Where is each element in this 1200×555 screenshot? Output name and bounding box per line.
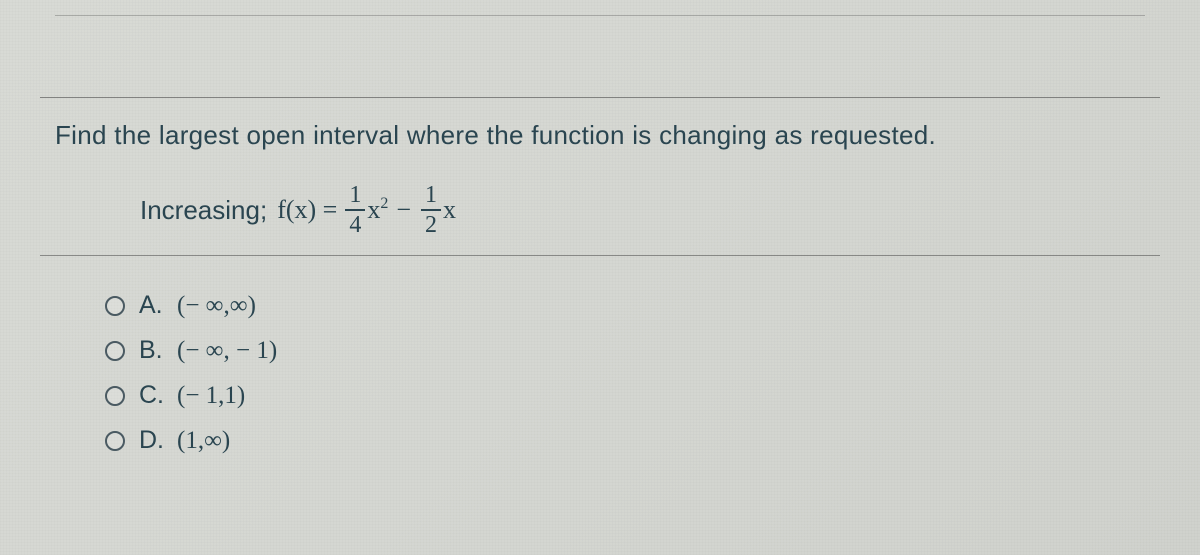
fraction-1-denominator: 4 xyxy=(345,211,365,237)
option-b-letter: B. xyxy=(139,336,167,365)
radio-icon xyxy=(105,296,125,316)
option-a-letter: A. xyxy=(139,291,167,320)
condition-label: Increasing; xyxy=(140,195,267,226)
divider-mid xyxy=(40,255,1160,256)
formula-row: Increasing; f(x) = 1 4 x 2 − 1 2 x xyxy=(55,183,1145,237)
radio-icon xyxy=(105,431,125,451)
option-c-text: (− 1,1) xyxy=(177,382,245,410)
fraction-1: 1 4 xyxy=(345,183,365,237)
radio-icon xyxy=(105,341,125,361)
problem-prompt: Find the largest open interval where the… xyxy=(55,120,1145,151)
term1-variable: x xyxy=(367,195,380,225)
option-c-letter: C. xyxy=(139,381,167,410)
function-lhs: f(x) = xyxy=(277,195,337,225)
fraction-2-denominator: 2 xyxy=(421,211,441,237)
option-d[interactable]: D. (1,∞) xyxy=(105,426,1145,455)
options-list: A. (− ∞,∞) B. (− ∞, − 1) C. (− 1,1) D. (… xyxy=(55,291,1145,455)
option-d-text: (1,∞) xyxy=(177,427,230,455)
option-b-text: (− ∞, − 1) xyxy=(177,337,277,365)
option-d-letter: D. xyxy=(139,426,167,455)
minus-sign: − xyxy=(396,195,411,225)
fraction-2-numerator: 1 xyxy=(421,183,441,211)
question-container: Find the largest open interval where the… xyxy=(0,0,1200,511)
term2-variable: x xyxy=(443,195,456,225)
option-a-text: (− ∞,∞) xyxy=(177,292,256,320)
option-b[interactable]: B. (− ∞, − 1) xyxy=(105,336,1145,365)
fraction-2: 1 2 xyxy=(421,183,441,237)
option-c[interactable]: C. (− 1,1) xyxy=(105,381,1145,410)
option-a[interactable]: A. (− ∞,∞) xyxy=(105,291,1145,320)
radio-icon xyxy=(105,386,125,406)
term1-exponent: 2 xyxy=(380,195,388,213)
fraction-1-numerator: 1 xyxy=(345,183,365,211)
